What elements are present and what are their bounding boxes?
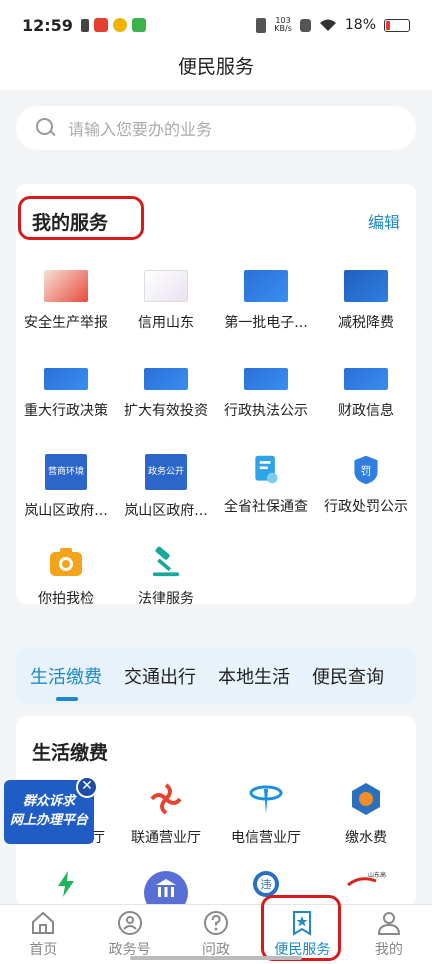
status-notification-icons	[80, 18, 146, 32]
service-safety-report[interactable]: 安全生产举报	[16, 258, 116, 350]
tab-local-life[interactable]: 本地生活	[218, 663, 290, 689]
page-title: 便民服务	[177, 56, 254, 78]
service-tax-cut[interactable]: 减税降费	[316, 258, 416, 350]
petition-floating-banner[interactable]: 群众诉求 网上办理平台 ✕	[4, 776, 98, 844]
search-placeholder: 请输入您要办的业务	[68, 120, 213, 139]
battery-icon	[384, 18, 410, 32]
sim-icon	[80, 18, 89, 32]
my-services-header: 我的服务 编辑	[16, 184, 416, 258]
bottom-nav: 首页 政务号 问政 便民服务 我的	[0, 895, 432, 964]
bank-icon	[144, 871, 188, 905]
svg-text:山东高速: 山东高速	[368, 871, 386, 879]
weibo-icon	[112, 18, 127, 32]
nav-home[interactable]: 首页	[0, 905, 86, 964]
close-icon[interactable]: ✕	[76, 776, 98, 798]
unicom-icon	[150, 783, 182, 815]
wechat-icon	[131, 18, 146, 32]
service-unicom-hall[interactable]: 联通营业厅	[116, 781, 216, 847]
search-input[interactable]: 请输入您要办的业务	[16, 106, 416, 150]
status-time: 12:59	[22, 15, 73, 35]
category-tabs: 生活缴费 交通出行 本地生活 便民查询	[16, 648, 416, 704]
nav-mine[interactable]: 我的	[346, 905, 432, 964]
service-admin-decision[interactable]: 重大行政决策	[16, 350, 116, 442]
my-services-card: 我的服务 编辑 安全生产举报 信用山东 第一批电子... 减税降费 重大行政决策…	[16, 184, 416, 607]
service-investment[interactable]: 扩大有效投资	[116, 350, 216, 442]
gov-open-icon: 政务公开	[145, 454, 187, 490]
electric-icon	[58, 871, 74, 897]
network-speed: 103 KB/s	[274, 16, 292, 33]
service-law-enforcement[interactable]: 行政执法公示	[216, 350, 316, 442]
svg-text:违: 违	[261, 878, 272, 891]
user-icon	[377, 912, 400, 935]
admin-decision-banner-icon	[44, 368, 88, 390]
edit-button[interactable]: 编辑	[368, 209, 400, 233]
service-legal[interactable]: 法律服务	[116, 534, 216, 626]
service-water-fee[interactable]: 缴水费	[316, 781, 416, 847]
highlight-circle	[18, 195, 144, 240]
question-icon	[204, 911, 229, 935]
service-finance-info[interactable]: 财政信息	[316, 350, 416, 442]
service-bank[interactable]	[116, 869, 216, 905]
tab-transport[interactable]: 交通出行	[124, 663, 196, 689]
highlight-circle	[261, 895, 342, 961]
sim-off-icon	[299, 18, 311, 32]
finance-info-banner-icon	[344, 368, 388, 390]
status-right: 103 KB/s 18%	[256, 17, 410, 33]
service-lanshan-gov-2[interactable]: 政务公开 岚山区政府...	[116, 442, 216, 534]
search-section: 请输入您要办的业务	[0, 90, 432, 162]
search-icon	[36, 118, 56, 138]
social-security-icon	[255, 455, 278, 484]
vibrate-icon	[256, 17, 267, 33]
service-lanshan-gov-1[interactable]: 营商环境 岚山区政府...	[16, 442, 116, 534]
penalty-icon: 罚	[354, 455, 378, 485]
svg-text:罚: 罚	[361, 464, 372, 477]
life-payment-title: 生活缴费	[32, 742, 109, 764]
water-fee-icon	[352, 783, 380, 815]
life-payment-row2: 违 山东高速	[16, 869, 416, 905]
wifi-icon	[319, 19, 336, 31]
page-title-bar: 便民服务	[0, 50, 432, 90]
e-license-banner-icon	[244, 270, 288, 302]
service-penalty-publicity[interactable]: 罚 行政处罚公示	[316, 442, 416, 534]
tab-life-payment[interactable]: 生活缴费	[30, 663, 102, 701]
gov-account-icon	[117, 911, 142, 935]
service-credit-shandong[interactable]: 信用山东	[116, 258, 216, 350]
service-telecom-hall[interactable]: 电信营业厅	[216, 781, 316, 847]
service-e-license[interactable]: 第一批电子...	[216, 258, 316, 350]
my-services-title: 我的服务	[18, 195, 144, 240]
service-social-security[interactable]: 全省社保通查	[216, 442, 316, 534]
investment-banner-icon	[144, 368, 188, 390]
battery-percent: 18%	[344, 17, 376, 33]
my-services-grid: 安全生产举报 信用山东 第一批电子... 减税降费 重大行政决策 扩大有效投资 …	[16, 258, 416, 626]
law-enforcement-banner-icon	[244, 368, 288, 390]
business-env-icon: 营商环境	[45, 454, 87, 490]
service-electric[interactable]	[16, 869, 116, 905]
status-bar: 12:59 103 KB/s 18%	[0, 0, 432, 50]
tab-convenience-query[interactable]: 便民查询	[312, 663, 384, 689]
home-indicator	[130, 956, 302, 960]
service-photo-check[interactable]: 你拍我检	[16, 534, 116, 626]
shandong-highspeed-icon: 山东高速	[347, 871, 386, 887]
home-icon	[32, 911, 55, 934]
telecom-icon	[249, 785, 283, 814]
credit-shandong-banner-icon	[144, 270, 188, 302]
tax-cut-banner-icon	[344, 270, 388, 302]
gavel-icon	[152, 546, 180, 577]
camera-icon	[50, 548, 82, 576]
safety-report-banner-icon	[44, 270, 88, 302]
app-notify-icon	[93, 18, 108, 32]
